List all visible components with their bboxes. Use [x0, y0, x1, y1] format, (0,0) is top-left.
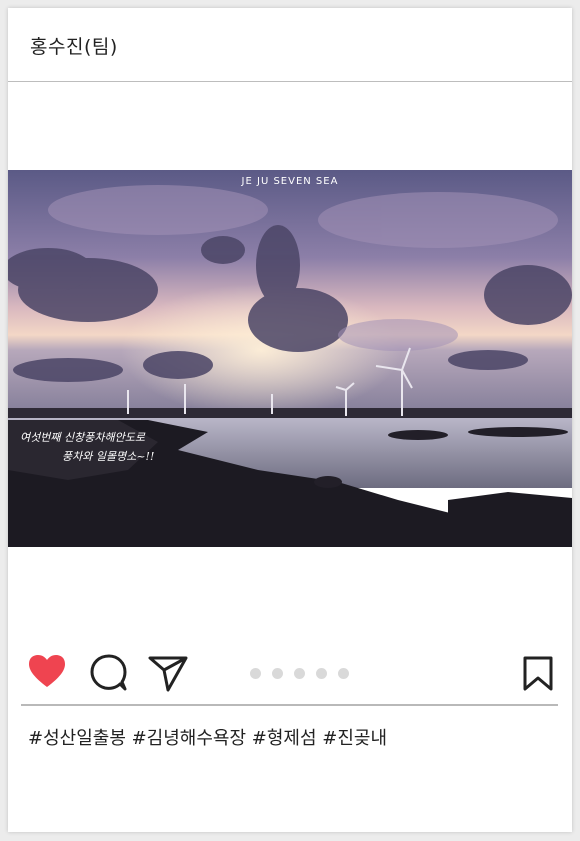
post-header: 홍수진(팀) — [8, 8, 572, 82]
username[interactable]: 홍수진(팀) — [30, 32, 118, 59]
photo-handwritten-note: 여섯번째 신창풍차해안도로 풍차와 일몰명소~!! — [20, 428, 154, 466]
carousel-dot[interactable] — [338, 668, 350, 679]
heart-filled-icon[interactable] — [28, 654, 66, 688]
handwritten-line-1: 여섯번째 신창풍차해안도로 — [20, 431, 145, 444]
carousel-dot[interactable] — [250, 668, 261, 679]
hashtags[interactable]: #성산일출봉 #김녕해수욕장 #형제섬 #진곶내 — [28, 724, 387, 750]
carousel-dot[interactable] — [272, 668, 284, 679]
bookmark-icon[interactable] — [522, 656, 554, 692]
paper-plane-icon[interactable] — [148, 654, 188, 692]
photo-watermark-caption: JE JU SEVEN SEA — [241, 176, 339, 187]
post-card: 홍수진(팀) JE JU SEVEN SEA 여섯번째 신창풍차해안도로 풍차와… — [8, 8, 572, 832]
carousel-indicator — [250, 664, 355, 679]
handwritten-line-2: 풍차와 일몰명소~!! — [62, 450, 155, 463]
speech-bubble-icon[interactable] — [90, 654, 128, 692]
sunset-windmill-photo — [8, 170, 572, 547]
post-photo[interactable]: JE JU SEVEN SEA 여섯번째 신창풍차해안도로 풍차와 일몰명소~!… — [8, 170, 572, 547]
carousel-dot[interactable] — [316, 668, 328, 679]
post-actions-bar — [8, 648, 572, 704]
actions-divider — [21, 704, 558, 706]
carousel-dot[interactable] — [294, 668, 306, 679]
